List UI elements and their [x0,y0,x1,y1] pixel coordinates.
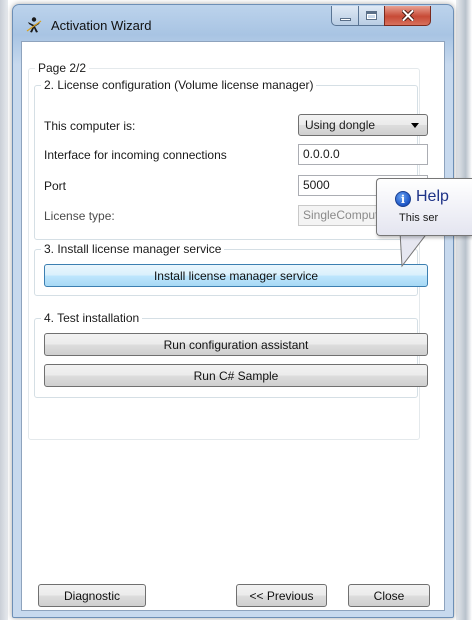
tooltip-text: This ser [399,212,439,224]
desktop-edge-right [456,0,472,620]
close-button[interactable]: Close [348,584,430,607]
license-type-label: License type: [44,209,115,223]
close-icon [401,10,414,21]
close-window-button[interactable] [384,6,431,26]
tooltip-pointer [399,232,429,268]
dropdown-arrow-icon [411,123,419,128]
run-csharp-sample-button[interactable]: Run C# Sample [44,364,428,387]
minimize-button[interactable] [331,6,359,26]
tooltip-title: Help [416,188,449,205]
interface-input[interactable]: 0.0.0.0 [298,144,428,165]
desktop-background: Activation Wizard Page 2/2 2. License co… [0,0,472,620]
computer-role-dropdown[interactable]: Using dongle [298,114,428,136]
interface-label: Interface for incoming connections [44,148,227,162]
info-icon: i [395,191,411,207]
port-label: Port [44,179,67,193]
run-configuration-assistant-button[interactable]: Run configuration assistant [44,333,428,356]
page-label: Page 2/2 [35,61,90,75]
computer-role-label: This computer is: [44,119,136,133]
desktop-edge-left [0,0,8,620]
license-config-legend: 2. License configuration (Volume license… [41,78,317,92]
title-bar[interactable]: Activation Wizard [13,5,453,41]
install-service-legend: 3. Install license manager service [41,242,225,256]
wizard-client-area: Page 2/2 2. License configuration (Volum… [21,41,445,611]
minimize-icon [339,18,351,21]
install-service-button[interactable]: Install license manager service [44,264,428,287]
test-installation-legend: 4. Test installation [41,311,143,325]
help-tooltip: i Help This ser [376,178,472,236]
computer-role-value: Using dongle [305,118,376,132]
activation-wizard-window: Activation Wizard Page 2/2 2. License co… [12,4,454,618]
diagnostic-button[interactable]: Diagnostic [38,584,146,607]
maximize-icon [366,11,377,20]
window-title: Activation Wizard [51,18,152,33]
app-icon [26,17,42,33]
maximize-button[interactable] [358,6,385,26]
previous-button[interactable]: << Previous [236,584,327,607]
